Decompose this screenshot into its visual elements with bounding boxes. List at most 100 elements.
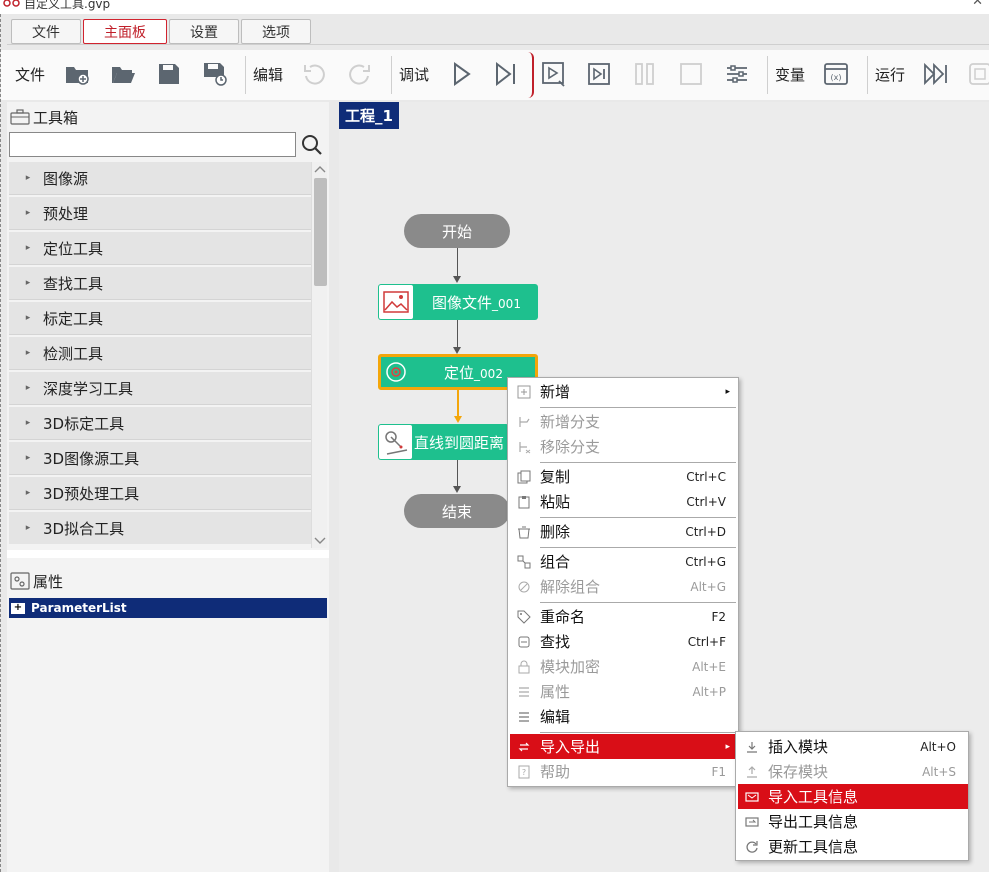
save-as-button[interactable] xyxy=(200,59,230,89)
sliders-icon xyxy=(727,65,747,83)
properties-title: 属性 xyxy=(33,572,64,591)
expand-arrow-icon: ▸ xyxy=(25,313,31,323)
menu-item-remove-branch[interactable]: 移除分支 xyxy=(510,434,738,459)
start-node[interactable]: 开始 xyxy=(404,214,510,248)
close-icon[interactable]: ✕ xyxy=(972,0,983,9)
tree-item-locate-tools[interactable]: ▸ 定位工具 xyxy=(9,232,311,265)
continuous-run-button[interactable] xyxy=(921,59,951,89)
menu-item-paste[interactable]: 粘贴 Ctrl+V xyxy=(510,489,738,514)
tree-item-3d-calibration-tools[interactable]: ▸ 3D标定工具 xyxy=(9,407,311,440)
menu-item-export-tool-info[interactable]: 导出工具信息 xyxy=(738,809,968,834)
tree-item-inspection-tools[interactable]: ▸ 检测工具 xyxy=(9,337,311,370)
next-step-icon xyxy=(588,63,610,85)
remove-branch-icon xyxy=(514,434,534,459)
line-circle-distance-node[interactable]: 直线到圆距离 xyxy=(378,424,509,460)
redo-icon xyxy=(349,64,370,85)
toolbox-search-input[interactable] xyxy=(9,132,296,157)
menu-item-ungroup[interactable]: 解除组合 Alt+G xyxy=(510,574,738,599)
image-file-node[interactable]: 图像文件_001 xyxy=(378,284,538,320)
open-solution-button[interactable] xyxy=(108,59,138,89)
menu-item-import-tool-info[interactable]: 导入工具信息 xyxy=(738,784,968,809)
menu-item-encrypt[interactable]: 模块加密 Alt+E xyxy=(510,654,738,679)
save-as-icon xyxy=(204,63,227,86)
tree-item-deep-learning-tools[interactable]: ▸ 深度学习工具 xyxy=(9,372,311,405)
menu-separator xyxy=(540,602,736,603)
menu-item-find[interactable]: 查找 Ctrl+F xyxy=(510,629,738,654)
lock-icon xyxy=(514,654,534,679)
line-circle-distance-node-name: 直线到圆距离 xyxy=(414,433,505,452)
menu-item-save-module[interactable]: 保存模块 Alt+S xyxy=(738,759,968,784)
undo-button[interactable] xyxy=(299,59,329,89)
fast-forward-icon xyxy=(924,62,947,86)
title-bar: 自定义工具.gvp ✕ xyxy=(0,0,989,14)
debug-settings-button[interactable] xyxy=(722,59,752,89)
new-solution-button[interactable] xyxy=(62,59,92,89)
parameter-list-row[interactable]: + ParameterList xyxy=(9,598,327,618)
tab-options[interactable]: 选项 xyxy=(241,19,311,44)
tab-main-panel[interactable]: 主面板 xyxy=(83,19,167,44)
stop-button[interactable] xyxy=(676,59,706,89)
menu-item-group[interactable]: 组合 Ctrl+G xyxy=(510,549,738,574)
search-button[interactable] xyxy=(299,132,325,158)
expand-arrow-icon: ▸ xyxy=(25,348,31,358)
run-from-here-button[interactable] xyxy=(539,59,569,89)
tree-item-3d-image-source-tools[interactable]: ▸ 3D图像源工具 xyxy=(9,442,311,475)
selected-connector-line xyxy=(457,390,459,417)
toolbox-scrollbar[interactable] xyxy=(311,162,327,548)
step-run-button[interactable] xyxy=(491,59,521,89)
group-icon xyxy=(514,549,534,574)
toolbox-icon xyxy=(9,108,31,126)
menu-item-help[interactable]: ? 帮助 F1 xyxy=(510,759,738,784)
expand-arrow-icon: ▸ xyxy=(25,173,31,183)
tree-item-3d-preprocess-tools[interactable]: ▸ 3D预处理工具 xyxy=(9,477,311,510)
more-run-button[interactable] xyxy=(964,59,989,89)
scroll-down-icon[interactable] xyxy=(312,534,328,548)
menu-item-copy[interactable]: 复制 Ctrl+C xyxy=(510,464,738,489)
tree-item-image-source[interactable]: ▸ 图像源 xyxy=(9,162,311,195)
global-variable-button[interactable]: (x) xyxy=(821,59,851,89)
stop-icon xyxy=(680,63,702,85)
next-step-button[interactable] xyxy=(584,59,614,89)
refresh-icon xyxy=(742,834,762,859)
tab-file[interactable]: 文件 xyxy=(11,19,81,44)
menu-item-rename[interactable]: 重命名 F2 xyxy=(510,604,738,629)
toolbox-tree: ▸ 图像源 ▸ 预处理 ▸ 定位工具 ▸ 查找工具 ▸ 标定工具 ▸ 检测工具 ▸ 深度学习工… xyxy=(9,162,311,544)
menu-item-add-branch[interactable]: 新增分支 xyxy=(510,409,738,434)
expand-arrow-icon: ▸ xyxy=(25,278,31,288)
image-file-node-suffix: _001 xyxy=(492,296,521,311)
pause-button[interactable] xyxy=(630,59,660,89)
tab-divider xyxy=(7,44,989,45)
tree-item-preprocess[interactable]: ▸ 预处理 xyxy=(9,197,311,230)
end-node[interactable]: 结束 xyxy=(404,494,510,528)
menu-item-add[interactable]: 新增 ▸ xyxy=(510,379,738,404)
redo-button[interactable] xyxy=(345,59,375,89)
connector-arrow xyxy=(453,276,461,283)
expand-plus-icon[interactable]: + xyxy=(11,602,25,614)
panel-splitter[interactable] xyxy=(7,550,329,558)
menu-item-insert-module[interactable]: 插入模块 Alt+O xyxy=(738,734,968,759)
ungroup-icon xyxy=(514,574,534,599)
menu-separator xyxy=(540,547,736,548)
tree-item-calibration-tools[interactable]: ▸ 标定工具 xyxy=(9,302,311,335)
save-button[interactable] xyxy=(154,59,184,89)
image-file-node-name: 图像文件 xyxy=(432,293,493,312)
menu-item-update-tool-info[interactable]: 更新工具信息 xyxy=(738,834,968,859)
run-once-button[interactable] xyxy=(446,59,476,89)
toolbar-separator xyxy=(767,56,768,94)
menu-item-properties[interactable]: 属性 Alt+P xyxy=(510,679,738,704)
tree-item-3d-fitting-tools[interactable]: ▸ 3D拟合工具 xyxy=(9,512,311,544)
pause-icon xyxy=(635,63,654,85)
run-group-label: 运行 xyxy=(875,66,906,84)
scroll-thumb[interactable] xyxy=(314,178,327,286)
tab-settings[interactable]: 设置 xyxy=(169,19,239,44)
menu-item-edit[interactable]: 编辑 xyxy=(510,704,738,729)
tree-item-find-tools[interactable]: ▸ 查找工具 xyxy=(9,267,311,300)
search-icon xyxy=(302,135,322,155)
import-export-submenu: 插入模块 Alt+O 保存模块 Alt+S 导入工具信息 导出工具信息 更新工具… xyxy=(735,731,969,861)
menu-item-delete[interactable]: 删除 Ctrl+D xyxy=(510,519,738,544)
project-tab[interactable]: 工程_1 xyxy=(339,102,399,129)
menu-item-import-export[interactable]: 导入导出 ▸ xyxy=(510,734,738,759)
insert-module-icon xyxy=(742,734,762,759)
connector-line xyxy=(457,248,458,277)
scroll-up-icon[interactable] xyxy=(312,162,328,176)
